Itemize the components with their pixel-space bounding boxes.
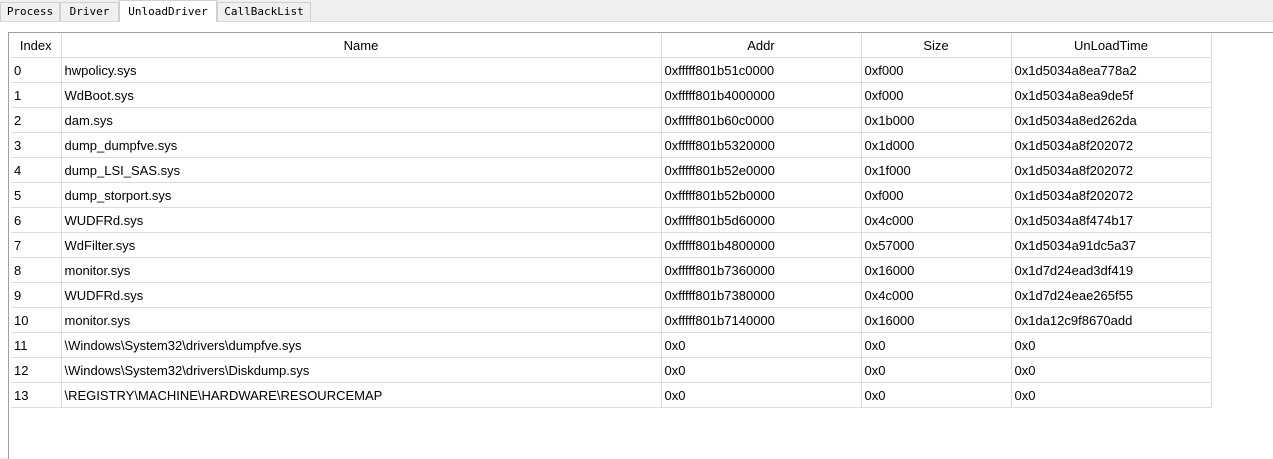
cell-name: dump_storport.sys — [61, 182, 662, 208]
cell-addr: 0x0 — [661, 357, 862, 383]
cell-size: 0x0 — [861, 382, 1012, 408]
cell-addr: 0xfffff801b52b0000 — [661, 182, 862, 208]
cell-unloadtime: 0x1d7d24eae265f55 — [1011, 282, 1212, 308]
cell-unloadtime: 0x1d5034a91dc5a37 — [1011, 232, 1212, 258]
column-header-addr[interactable]: Addr — [661, 34, 862, 58]
cell-index: 10 — [11, 307, 62, 333]
cell-name: WUDFRd.sys — [61, 282, 662, 308]
column-header-name[interactable]: Name — [61, 34, 662, 58]
cell-index: 3 — [11, 132, 62, 158]
cell-size: 0xf000 — [861, 182, 1012, 208]
cell-addr: 0xfffff801b5d60000 — [661, 207, 862, 233]
cell-unloadtime: 0x0 — [1011, 382, 1212, 408]
cell-index: 13 — [11, 382, 62, 408]
cell-index: 5 — [11, 182, 62, 208]
column-header-size[interactable]: Size — [861, 34, 1012, 58]
cell-size: 0xf000 — [861, 57, 1012, 83]
cell-size: 0x0 — [861, 332, 1012, 358]
cell-name: monitor.sys — [61, 257, 662, 283]
cell-addr: 0xfffff801b52e0000 — [661, 157, 862, 183]
cell-unloadtime: 0x1da12c9f8670add — [1011, 307, 1212, 333]
cell-name: dump_dumpfve.sys — [61, 132, 662, 158]
cell-unloadtime: 0x1d5034a8f202072 — [1011, 157, 1212, 183]
cell-addr: 0xfffff801b7140000 — [661, 307, 862, 333]
cell-name: \Windows\System32\drivers\Diskdump.sys — [61, 357, 662, 383]
cell-index: 2 — [11, 107, 62, 133]
cell-size: 0x1f000 — [861, 157, 1012, 183]
cell-name: WdBoot.sys — [61, 82, 662, 108]
cell-unloadtime: 0x0 — [1011, 332, 1212, 358]
column-header-unloadtime[interactable]: UnLoadTime — [1011, 34, 1212, 58]
cell-size: 0x57000 — [861, 232, 1012, 258]
cell-name: \REGISTRY\MACHINE\HARDWARE\RESOURCEMAP — [61, 382, 662, 408]
table-row[interactable]: 9 WUDFRd.sys 0xfffff801b7380000 0x4c000 0x1d… — [11, 282, 1212, 308]
cell-index: 7 — [11, 232, 62, 258]
table-row[interactable]: 0 hwpolicy.sys 0xfffff801b51c0000 0xf000 0x1… — [11, 57, 1212, 83]
table-row[interactable]: 4 dump_LSI_SAS.sys 0xfffff801b52e0000 0x1f0… — [11, 157, 1212, 183]
cell-name: dump_LSI_SAS.sys — [61, 157, 662, 183]
cell-unloadtime: 0x1d7d24ead3df419 — [1011, 257, 1212, 283]
table-row[interactable]: 7 WdFilter.sys 0xfffff801b4800000 0x57000 0x… — [11, 232, 1212, 258]
cell-size: 0x16000 — [861, 307, 1012, 333]
cell-size: 0x4c000 — [861, 282, 1012, 308]
cell-addr: 0xfffff801b60c0000 — [661, 107, 862, 133]
table-row[interactable]: 13 \REGISTRY\MACHINE\HARDWARE\RESOURCEMAP… — [11, 382, 1212, 408]
cell-addr: 0xfffff801b5320000 — [661, 132, 862, 158]
column-header-index[interactable]: Index — [11, 34, 62, 58]
tab-process[interactable]: Process — [0, 2, 60, 21]
tab-bar: Process Driver UnloadDriver CallBackList — [0, 0, 1273, 22]
cell-addr: 0xfffff801b7360000 — [661, 257, 862, 283]
table-header-row: Index Name Addr Size UnLoadTime — [11, 34, 1212, 58]
cell-addr: 0x0 — [661, 332, 862, 358]
cell-name: hwpolicy.sys — [61, 57, 662, 83]
cell-size: 0xf000 — [861, 82, 1012, 108]
tab-unloaddriver[interactable]: UnloadDriver — [119, 0, 217, 22]
cell-addr: 0x0 — [661, 382, 862, 408]
table-body: 0 hwpolicy.sys 0xfffff801b51c0000 0xf000 0x1… — [11, 57, 1212, 408]
cell-index: 4 — [11, 157, 62, 183]
table-row[interactable]: 3 dump_dumpfve.sys 0xfffff801b5320000 0x1d0… — [11, 132, 1212, 158]
cell-index: 11 — [11, 332, 62, 358]
cell-size: 0x1d000 — [861, 132, 1012, 158]
cell-index: 1 — [11, 82, 62, 108]
cell-index: 12 — [11, 357, 62, 383]
cell-size: 0x16000 — [861, 257, 1012, 283]
cell-size: 0x1b000 — [861, 107, 1012, 133]
cell-name: \Windows\System32\drivers\dumpfve.sys — [61, 332, 662, 358]
cell-name: monitor.sys — [61, 307, 662, 333]
cell-unloadtime: 0x1d5034a8ed262da — [1011, 107, 1212, 133]
tab-callbacklist[interactable]: CallBackList — [217, 2, 311, 21]
cell-addr: 0xfffff801b51c0000 — [661, 57, 862, 83]
table-row[interactable]: 8 monitor.sys 0xfffff801b7360000 0x16000 0x1… — [11, 257, 1212, 283]
table-row[interactable]: 2 dam.sys 0xfffff801b60c0000 0x1b000 0x1d503… — [11, 107, 1212, 133]
cell-index: 0 — [11, 57, 62, 83]
cell-index: 8 — [11, 257, 62, 283]
table-row[interactable]: 12 \Windows\System32\drivers\Diskdump.sys… — [11, 357, 1212, 383]
table-row[interactable]: 10 monitor.sys 0xfffff801b7140000 0x16000 0x… — [11, 307, 1212, 333]
cell-size: 0x4c000 — [861, 207, 1012, 233]
cell-addr: 0xfffff801b4800000 — [661, 232, 862, 258]
cell-unloadtime: 0x1d5034a8f474b17 — [1011, 207, 1212, 233]
cell-addr: 0xfffff801b4000000 — [661, 82, 862, 108]
unload-driver-table: Index Name Addr Size UnLoadTime 0 hwpolic… — [11, 34, 1212, 408]
table-row[interactable]: 5 dump_storport.sys 0xfffff801b52b0000 0xf0… — [11, 182, 1212, 208]
unload-driver-table-frame: Index Name Addr Size UnLoadTime 0 hwpolic… — [8, 32, 1273, 459]
table-row[interactable]: 11 \Windows\System32\drivers\dumpfve.sys 0… — [11, 332, 1212, 358]
tab-content-pane: Index Name Addr Size UnLoadTime 0 hwpolic… — [0, 21, 1273, 459]
cell-unloadtime: 0x1d5034a8ea778a2 — [1011, 57, 1212, 83]
table-row[interactable]: 6 WUDFRd.sys 0xfffff801b5d60000 0x4c000 0x1d… — [11, 207, 1212, 233]
cell-unloadtime: 0x1d5034a8f202072 — [1011, 132, 1212, 158]
cell-index: 9 — [11, 282, 62, 308]
cell-unloadtime: 0x1d5034a8ea9de5f — [1011, 82, 1212, 108]
cell-name: dam.sys — [61, 107, 662, 133]
cell-addr: 0xfffff801b7380000 — [661, 282, 862, 308]
cell-name: WdFilter.sys — [61, 232, 662, 258]
cell-name: WUDFRd.sys — [61, 207, 662, 233]
cell-unloadtime: 0x0 — [1011, 357, 1212, 383]
cell-unloadtime: 0x1d5034a8f202072 — [1011, 182, 1212, 208]
cell-index: 6 — [11, 207, 62, 233]
cell-size: 0x0 — [861, 357, 1012, 383]
tab-driver[interactable]: Driver — [60, 2, 119, 21]
table-row[interactable]: 1 WdBoot.sys 0xfffff801b4000000 0xf000 0x1d5… — [11, 82, 1212, 108]
